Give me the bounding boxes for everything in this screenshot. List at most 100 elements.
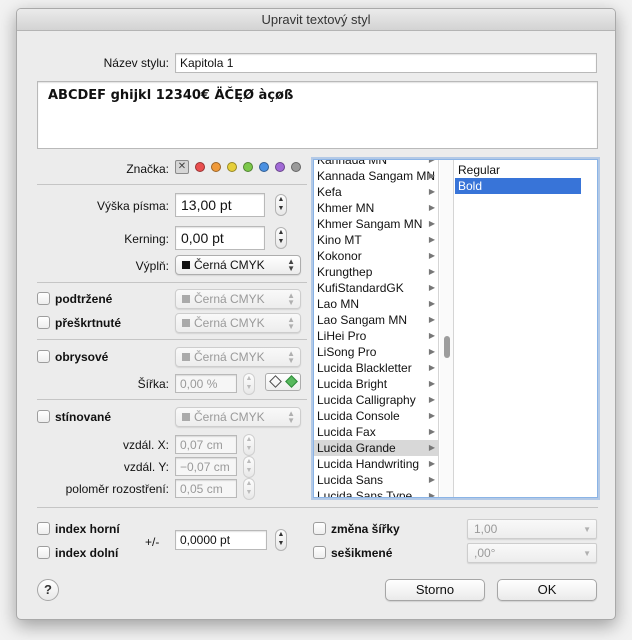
- shadow-color-popup[interactable]: Černá CMYK ▲ ▼: [175, 407, 301, 427]
- font-list-item[interactable]: Lucida Sans Type... ▶: [314, 488, 438, 497]
- font-list-item[interactable]: Kokonor ▶: [314, 248, 438, 264]
- mark-color-4[interactable]: [243, 162, 253, 172]
- font-size-label: Výška písma:: [96, 199, 169, 213]
- shadow-x-label: vzdál. X:: [122, 438, 169, 452]
- superscript-checkbox[interactable]: [37, 522, 50, 535]
- cancel-button[interactable]: Storno: [385, 579, 485, 601]
- font-list-item[interactable]: Lao Sangam MN ▶: [314, 312, 438, 328]
- outline-width-stepper[interactable]: ▲ ▼: [243, 373, 255, 395]
- underline-color-popup[interactable]: Černá CMYK ▲ ▼: [175, 289, 301, 309]
- outline-checkbox[interactable]: [37, 350, 50, 363]
- updown-arrow-icon: ▲ ▼: [287, 349, 295, 365]
- shadow-blur-input[interactable]: 0,05 cm: [175, 479, 237, 498]
- font-name: LiSong Pro: [317, 345, 377, 359]
- disclosure-arrow-icon: ▶: [428, 267, 435, 276]
- mark-color-7[interactable]: [291, 162, 301, 172]
- font-list-item[interactable]: Lucida Grande ▶: [314, 440, 438, 456]
- font-list-item[interactable]: Lucida Sans ▶: [314, 472, 438, 488]
- shadow-x-input[interactable]: 0,07 cm: [175, 435, 237, 454]
- help-button[interactable]: ?: [37, 579, 59, 601]
- shadow-y-stepper[interactable]: ▲ ▼: [243, 456, 255, 478]
- disclosure-arrow-icon: ▶: [429, 160, 435, 168]
- fill-color-value: Černá CMYK: [194, 258, 265, 272]
- mark-color-6[interactable]: [275, 162, 285, 172]
- style-preview: ABCDEF ghijkl 12340€ ÄČĘØ àçøß: [37, 81, 598, 149]
- ok-button[interactable]: OK: [497, 579, 597, 601]
- width-change-combo[interactable]: 1,00 ▼: [467, 519, 597, 539]
- font-list-item[interactable]: Lucida Bright ▶: [314, 376, 438, 392]
- font-list-item[interactable]: Lucida Handwriting ▶: [314, 456, 438, 472]
- outline-width-input[interactable]: 0,00 %: [175, 374, 237, 393]
- disclosure-arrow-icon: ▶: [428, 219, 435, 228]
- kerning-input[interactable]: 0,00 pt: [175, 226, 265, 250]
- skew-combo[interactable]: ,00° ▼: [467, 543, 597, 563]
- font-list-item[interactable]: Kannada Sangam MN ▶: [314, 168, 438, 184]
- font-list-item[interactable]: Lucida Blackletter ▶: [314, 360, 438, 376]
- divider: [37, 399, 307, 400]
- font-style-list[interactable]: Regular Bold: [455, 160, 598, 497]
- shadow-y-input[interactable]: −0,07 cm: [175, 457, 237, 476]
- mark-color-3[interactable]: [227, 162, 237, 172]
- font-list-item[interactable]: Krungthep ▶: [314, 264, 438, 280]
- underline-color-value: Černá CMYK: [194, 292, 265, 306]
- shadow-blur-stepper[interactable]: ▲ ▼: [243, 478, 255, 500]
- window-title: Upravit textový styl: [17, 9, 615, 31]
- strikethrough-color-popup[interactable]: Černá CMYK ▲ ▼: [175, 313, 301, 333]
- font-name: Krungthep: [317, 265, 373, 279]
- disclosure-arrow-icon: ▶: [428, 283, 435, 292]
- updown-arrow-icon: ▲ ▼: [287, 315, 295, 331]
- shadow-x-stepper[interactable]: ▲ ▼: [243, 434, 255, 456]
- width-change-checkbox[interactable]: [313, 522, 326, 535]
- strikethrough-checkbox[interactable]: [37, 316, 50, 329]
- underline-checkbox[interactable]: [37, 292, 50, 305]
- scrollbar-thumb[interactable]: [444, 336, 450, 358]
- subscript-checkbox[interactable]: [37, 546, 50, 559]
- mark-color-2[interactable]: [211, 162, 221, 172]
- mark-clear-button[interactable]: ✕: [175, 160, 189, 174]
- font-list-item[interactable]: Khmer Sangam MN ▶: [314, 216, 438, 232]
- font-list-item[interactable]: Lucida Console ▶: [314, 408, 438, 424]
- font-list-item[interactable]: Lao MN ▶: [314, 296, 438, 312]
- font-style-item[interactable]: Regular: [455, 162, 581, 178]
- font-list-item[interactable]: Kefa ▶: [314, 184, 438, 200]
- font-name: Lao Sangam MN: [317, 313, 408, 327]
- font-list-item[interactable]: Kannada MN ▶: [314, 160, 438, 168]
- font-list-item[interactable]: Kino MT ▶: [314, 232, 438, 248]
- skew-checkbox[interactable]: [313, 546, 326, 559]
- disclosure-arrow-icon: ▶: [428, 475, 435, 484]
- font-list-item[interactable]: LiSong Pro ▶: [314, 344, 438, 360]
- mark-color-1[interactable]: [195, 162, 205, 172]
- outline-label: obrysové: [55, 350, 109, 364]
- kerning-stepper[interactable]: ▲ ▼: [275, 227, 287, 249]
- outline-inside-icon[interactable]: [285, 375, 298, 388]
- style-name-label: Název stylu:: [103, 56, 169, 70]
- font-list-item[interactable]: Khmer MN ▶: [314, 200, 438, 216]
- font-list-item[interactable]: Lucida Calligraphy ▶: [314, 392, 438, 408]
- baseline-shift-input[interactable]: 0,0000 pt: [175, 530, 267, 550]
- font-name: Kannada MN: [317, 160, 388, 167]
- font-size-stepper[interactable]: ▲ ▼: [275, 194, 287, 216]
- outline-color-popup[interactable]: Černá CMYK ▲ ▼: [175, 347, 301, 367]
- disclosure-arrow-icon: ▶: [428, 363, 435, 372]
- font-list-item[interactable]: Lucida Fax ▶: [314, 424, 438, 440]
- disclosure-arrow-icon: ▶: [428, 315, 435, 324]
- dropdown-arrow-icon: ▼: [583, 525, 591, 534]
- mark-color-5[interactable]: [259, 162, 269, 172]
- font-size-input[interactable]: 13,00 pt: [175, 193, 265, 217]
- font-browser[interactable]: Kannada MN▶Kannada Sangam MN▶Kefa▶Khmer …: [313, 159, 598, 498]
- shadow-checkbox[interactable]: [37, 410, 50, 423]
- font-list-item[interactable]: KufiStandardGK ▶: [314, 280, 438, 296]
- style-name-input[interactable]: Kapitola 1: [175, 53, 597, 73]
- shadow-label: stínované: [55, 410, 112, 424]
- font-list-item[interactable]: LiHei Pro ▶: [314, 328, 438, 344]
- fill-color-popup[interactable]: Černá CMYK ▲ ▼: [175, 255, 301, 275]
- font-name: Lucida Grande: [317, 441, 396, 455]
- font-list-scrollbar[interactable]: [440, 160, 454, 497]
- font-family-list[interactable]: Kannada MN▶Kannada Sangam MN▶Kefa▶Khmer …: [314, 160, 439, 497]
- font-style-item[interactable]: Bold: [455, 178, 581, 194]
- outline-outside-icon[interactable]: [269, 375, 282, 388]
- underline-label: podtržené: [55, 292, 113, 306]
- baseline-shift-stepper[interactable]: ▲ ▼: [275, 529, 287, 551]
- outline-position-buttons[interactable]: [265, 373, 301, 391]
- disclosure-arrow-icon: ▶: [428, 459, 435, 468]
